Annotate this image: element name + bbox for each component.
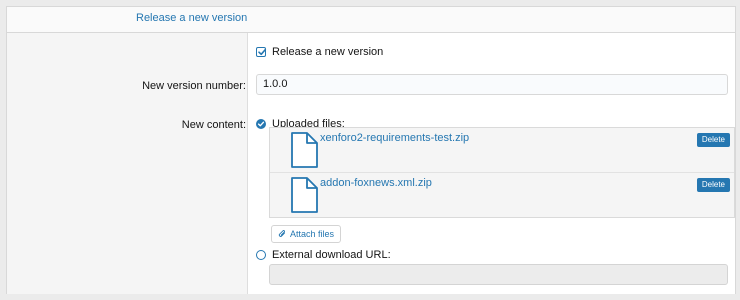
external-url-radio[interactable] — [256, 250, 266, 260]
attach-files-button[interactable]: Attach files — [271, 225, 342, 243]
attach-files-label: Attach files — [290, 228, 335, 239]
file-item: addon-foxnews.xml.zip Delete — [270, 173, 734, 218]
content-label: New content: — [181, 119, 246, 131]
external-url-option[interactable]: External download URL: — [256, 249, 391, 261]
release-checkbox-label: Release a new version — [272, 46, 384, 58]
release-checkbox[interactable] — [256, 47, 267, 57]
uploaded-file-list: xenforo2-requirements-test.zip Delete ad… — [269, 127, 735, 218]
file-icon — [291, 132, 318, 168]
external-url-label: External download URL: — [272, 249, 391, 261]
file-name-link[interactable]: addon-foxnews.xml.zip — [320, 177, 432, 189]
file-icon — [291, 177, 318, 213]
delete-file-button[interactable]: Delete — [696, 178, 730, 192]
paperclip-icon — [278, 230, 286, 237]
file-item: xenforo2-requirements-test.zip Delete — [270, 128, 734, 173]
version-label: New version number: — [142, 80, 246, 92]
uploaded-files-radio[interactable] — [256, 119, 266, 129]
release-section: Release a new version Release a new vers… — [6, 6, 736, 294]
external-url-input[interactable] — [269, 264, 728, 285]
release-checkbox-row[interactable]: Release a new version — [256, 46, 383, 58]
version-input[interactable]: 1.0.0 — [256, 74, 728, 95]
delete-file-button[interactable]: Delete — [696, 133, 730, 147]
checkmark-icon — [257, 121, 265, 127]
file-name-link[interactable]: xenforo2-requirements-test.zip — [320, 132, 469, 144]
label-column — [7, 33, 248, 294]
checkmark-icon — [258, 48, 267, 56]
section-title: Release a new version — [136, 12, 248, 24]
